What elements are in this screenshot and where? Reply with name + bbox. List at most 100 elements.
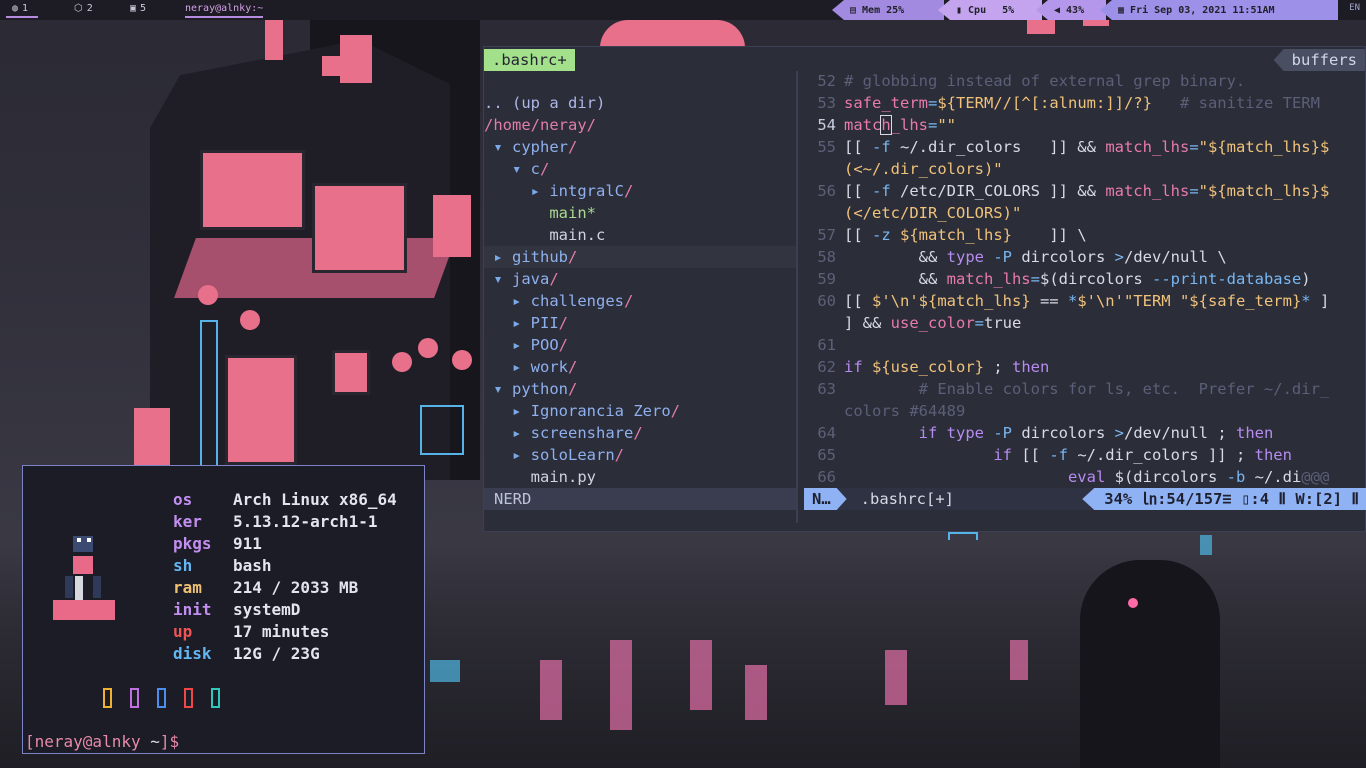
code-line[interactable]: (</etc/DIR_COLORS)" [802,202,1365,224]
tab-bashrc[interactable]: .bashrc+ [484,49,575,71]
code-token: -z [872,226,891,244]
code-token: then [1236,424,1274,442]
chevron-down-icon[interactable]: ▾ [512,160,531,178]
chevron-down-icon[interactable]: ▾ [493,380,512,398]
nerdtree-panel[interactable]: .. (up a dir)/home/neray/ ▾ cypher/ ▾ c/… [484,92,796,488]
chevron-right-icon[interactable]: ▸ [512,358,531,376]
workspace-1[interactable]: ◍ 1 [5,3,39,18]
tree-folder-name: POO [530,336,559,354]
workspace-2[interactable]: ⬡ 2 [74,3,93,14]
code-line[interactable]: 62 if ${use_color} ; then [802,356,1365,378]
volume-value: 43% [1066,4,1085,16]
wallpaper-reflection [885,650,907,705]
chevron-down-icon[interactable]: ▾ [493,138,512,156]
tree-item[interactable]: ▸ POO/ [484,334,796,356]
code-token: /dev/null \ [1124,248,1227,266]
code-line[interactable]: 57 [[ -z ${match_lhs} ]] \ [802,224,1365,246]
code-line[interactable]: 55 [[ -f ~/.dir_colors ]] && match_lhs="$… [802,136,1365,158]
code-line[interactable]: 64 if type -P dircolors >/dev/null ; the… [802,422,1365,444]
clock-widget[interactable]: ▦ Fri Sep 03, 2021 11:51AM [1100,0,1338,20]
code-line[interactable]: 60 [[ $'\n'${match_lhs} == *$'\n'"TERM "$… [802,290,1365,312]
code-line[interactable]: 56 [[ -f /etc/DIR_COLORS ]] && match_lhs=… [802,180,1365,202]
tree-item[interactable]: main* [484,202,796,224]
code-token: then [1012,358,1050,376]
tree-item[interactable]: ▾ java/ [484,268,796,290]
code-buffer[interactable]: 52 # globbing instead of external grep bi… [802,70,1365,488]
chevron-right-icon[interactable]: ▸ [512,336,531,354]
volume-widget[interactable]: ◀ 43% [1036,0,1106,20]
chevron-right-icon[interactable]: ▸ [512,424,531,442]
ascii-arm [93,576,101,598]
code-line[interactable]: (<~/.dir_colors)" [802,158,1365,180]
code-line[interactable]: colors #64489 [802,400,1365,422]
code-line[interactable]: 52 # globbing instead of external grep bi… [802,70,1365,92]
code-token: then [1254,446,1292,464]
tree-item[interactable]: ▸ github/ [484,246,796,268]
line-number [802,202,844,224]
code-token: = [1030,270,1040,288]
workspace-label: 5 [140,3,147,14]
tree-item[interactable]: ▾ cypher/ [484,136,796,158]
code-token: > [1114,248,1124,266]
tree-item[interactable]: ▾ python/ [484,378,796,400]
code-token: * [1301,292,1311,310]
tree-item[interactable]: /home/neray/ [484,114,796,136]
tree-item[interactable]: ▸ soloLearn/ [484,444,796,466]
code-token: -f [1049,446,1068,464]
wallpaper-reflection [610,640,632,730]
tree-file-name: main.py [530,468,596,486]
code-line[interactable]: 59 && match_lhs=$(dircolors --print-data… [802,268,1365,290]
code-token: matc [844,116,882,134]
tree-item[interactable]: main.c [484,224,796,246]
vim-editor-window[interactable]: .bashrc+ buffers .. (up a dir) /home/nera… [483,46,1366,532]
memory-widget[interactable]: ▤ Mem 25% [832,0,944,20]
chevron-right-icon[interactable]: ▸ [512,446,531,464]
line-number [802,400,844,422]
wallpaper-neon-sign [200,320,218,469]
code-line[interactable]: 58 && type -P dircolors >/dev/null \ [802,246,1365,268]
fetch-key: pkgs [173,534,212,553]
terminal-window[interactable]: os Arch Linux x86_64 ker 5.13.12-arch1-1 pkg… [22,465,425,754]
tree-item[interactable]: ▸ Ignorancia Zero/ [484,400,796,422]
chevron-right-icon[interactable]: ▸ [512,402,531,420]
chevron-down-icon[interactable]: ▾ [493,270,512,288]
cpu-widget[interactable]: ▮ Cpu 5% [938,0,1042,20]
code-line[interactable]: 66 eval $(dircolors -b ~/.di@@@ [802,466,1365,488]
code-line[interactable]: ] && use_color=true [802,312,1365,334]
code-token: ]] \ [1012,226,1087,244]
code-token: ${TERM//[^[:alnum:]]/?} [937,94,1152,112]
wallpaper-sign [340,35,372,83]
code-line[interactable]: 54 match_lhs="" [802,114,1365,136]
tree-item[interactable]: ▾ c/ [484,158,796,180]
tree-item[interactable]: ▸ screenshare/ [484,422,796,444]
chevron-right-icon[interactable]: ▸ [493,248,512,266]
folder-slash: / [568,380,578,398]
split-divider[interactable] [796,71,798,523]
chevron-right-icon[interactable]: ▸ [512,314,531,332]
chevron-right-icon[interactable]: ▸ [512,292,531,310]
code-line[interactable]: 65 if [[ -f ~/.dir_colors ]] ; then [802,444,1365,466]
tree-item[interactable]: main.py [484,466,796,488]
workspace-5[interactable]: ▣ 5 [130,3,146,14]
code-token: [[ [844,292,872,310]
code-token: ~/.di [1245,468,1302,486]
tree-item[interactable]: ▸ PII/ [484,312,796,334]
code-line[interactable]: 63 # Enable colors for ls, etc. Prefer ~… [802,378,1365,400]
tree-item[interactable]: ▸ challenges/ [484,290,796,312]
tree-item[interactable]: ▸ intgralC/ [484,180,796,202]
line-number: 55 [817,138,836,156]
code-line[interactable]: 53 safe_term=${TERM//[^[:alnum:]]/?} # sa… [802,92,1365,114]
wallpaper-sign [134,408,170,468]
folder-slash: / [624,182,634,200]
wallpaper-lantern [418,338,438,358]
color-swatch [184,688,193,708]
tree-item[interactable]: ▸ work/ [484,356,796,378]
prompt-end: ]$ [159,732,180,751]
chevron-right-icon[interactable]: ▸ [531,182,550,200]
shell-prompt[interactable]: [neray@alnky ~]$ [25,732,179,751]
tree-item[interactable]: .. (up a dir) [484,92,796,114]
code-token: # Enable colors for ls, etc. Prefer ~/.d… [844,380,1330,398]
fetch-key: disk [173,644,212,663]
keyboard-layout[interactable]: EN [1349,3,1360,13]
code-line[interactable]: 61 [802,334,1365,356]
